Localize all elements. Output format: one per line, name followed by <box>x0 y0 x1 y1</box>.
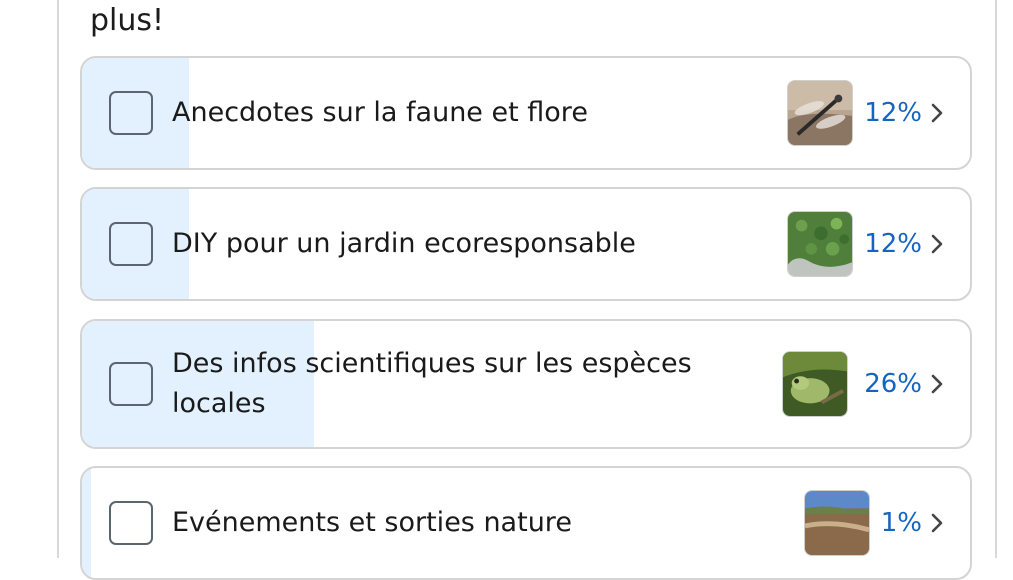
option-label: Des infos scientifiques sur les espèces … <box>172 348 692 419</box>
option-label: DIY pour un jardin ecoresponsable <box>172 228 636 259</box>
poll-option-infos-scientifiques[interactable]: Des infos scientifiques sur les espèces … <box>80 319 972 449</box>
option-percent: 26% <box>864 369 922 399</box>
option-checkbox[interactable] <box>109 501 153 545</box>
chevron-right-icon <box>928 373 946 395</box>
option-percent: 1% <box>880 508 922 538</box>
chevron-right-icon <box>928 233 946 255</box>
chevron-right-icon <box>928 102 946 124</box>
poll-option-evenements[interactable]: Evénements et sorties nature 1% <box>80 466 972 580</box>
option-checkbox[interactable] <box>109 91 153 135</box>
poll-question-text: plus! <box>90 3 165 38</box>
option-checkbox[interactable] <box>109 222 153 266</box>
option-label: Evénements et sorties nature <box>172 507 572 538</box>
option-label: Anecdotes sur la faune et flore <box>172 97 588 128</box>
poll-option-faune-flore[interactable]: Anecdotes sur la faune et flore 12% <box>80 56 972 170</box>
dragonfly-photo-icon <box>787 80 853 146</box>
poll-option-diy-jardin[interactable]: DIY pour un jardin ecoresponsable 12% <box>80 187 972 301</box>
result-bar <box>82 468 91 578</box>
option-checkbox[interactable] <box>109 362 153 406</box>
option-percent: 12% <box>864 98 922 128</box>
landscape-photo-icon <box>804 490 870 556</box>
chevron-right-icon <box>928 512 946 534</box>
tree-frog-photo-icon <box>782 351 848 417</box>
moss-plant-photo-icon <box>787 211 853 277</box>
option-percent: 12% <box>864 229 922 259</box>
